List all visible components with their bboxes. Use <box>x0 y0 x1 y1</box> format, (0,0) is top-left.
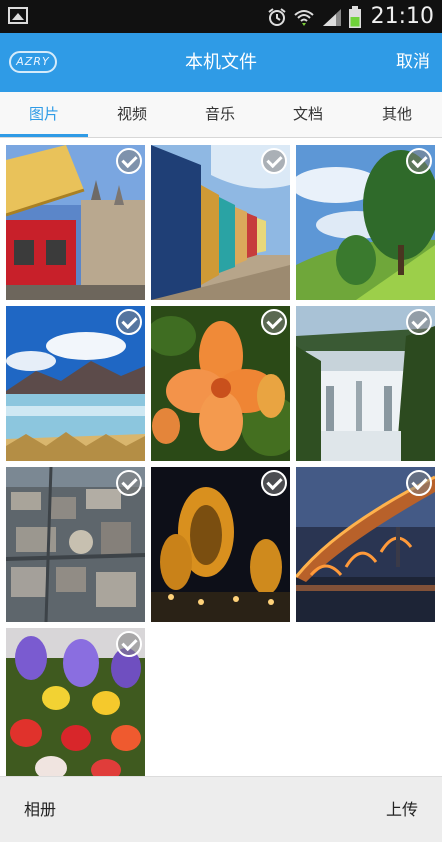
tab-music[interactable]: 音乐 <box>176 92 264 137</box>
selected-check-icon[interactable] <box>116 470 142 496</box>
selected-check-icon[interactable] <box>261 309 287 335</box>
selected-check-icon[interactable] <box>261 470 287 496</box>
photo-city-aerial[interactable] <box>6 467 145 622</box>
photo-orange-flower[interactable] <box>151 306 290 461</box>
bottom-bar: 相册 上传 <box>0 776 442 842</box>
photo-umbrella-street[interactable] <box>6 145 145 300</box>
album-button[interactable]: 相册 <box>24 777 56 842</box>
selected-check-icon[interactable] <box>406 309 432 335</box>
selected-check-icon[interactable] <box>406 470 432 496</box>
cancel-button[interactable]: 取消 <box>396 33 430 92</box>
selected-check-icon[interactable] <box>116 148 142 174</box>
image-icon <box>8 7 28 24</box>
photo-beach-huts[interactable] <box>151 145 290 300</box>
status-bar: 21:10 <box>0 0 442 33</box>
photo-waterfall[interactable] <box>296 306 435 461</box>
status-icons: 21:10 <box>267 0 434 33</box>
photo-flower-garden[interactable] <box>6 628 145 783</box>
clock: 21:10 <box>370 4 434 29</box>
tab-indicator <box>0 134 88 137</box>
selected-check-icon[interactable] <box>406 148 432 174</box>
photo-grid <box>0 138 442 783</box>
upload-button[interactable]: 上传 <box>386 777 418 842</box>
photo-night-bridge[interactable] <box>296 467 435 622</box>
battery-icon <box>348 5 361 28</box>
category-tabs: 图片 视频 音乐 文档 其他 <box>0 92 442 138</box>
photo-mountain-lake[interactable] <box>6 306 145 461</box>
selected-check-icon[interactable] <box>116 309 142 335</box>
app-header: AZRY 本机文件 取消 <box>0 33 442 92</box>
photo-night-domes[interactable] <box>151 467 290 622</box>
tab-other[interactable]: 其他 <box>352 92 442 137</box>
signal-icon <box>322 8 341 26</box>
tab-images[interactable]: 图片 <box>0 92 88 137</box>
tab-documents[interactable]: 文档 <box>264 92 352 137</box>
wifi-icon <box>293 9 314 26</box>
selected-check-icon[interactable] <box>261 148 287 174</box>
alarm-icon <box>267 7 286 26</box>
tab-videos[interactable]: 视频 <box>88 92 176 137</box>
page-title: 本机文件 <box>185 52 257 73</box>
photo-green-hill[interactable] <box>296 145 435 300</box>
selected-check-icon[interactable] <box>116 631 142 657</box>
